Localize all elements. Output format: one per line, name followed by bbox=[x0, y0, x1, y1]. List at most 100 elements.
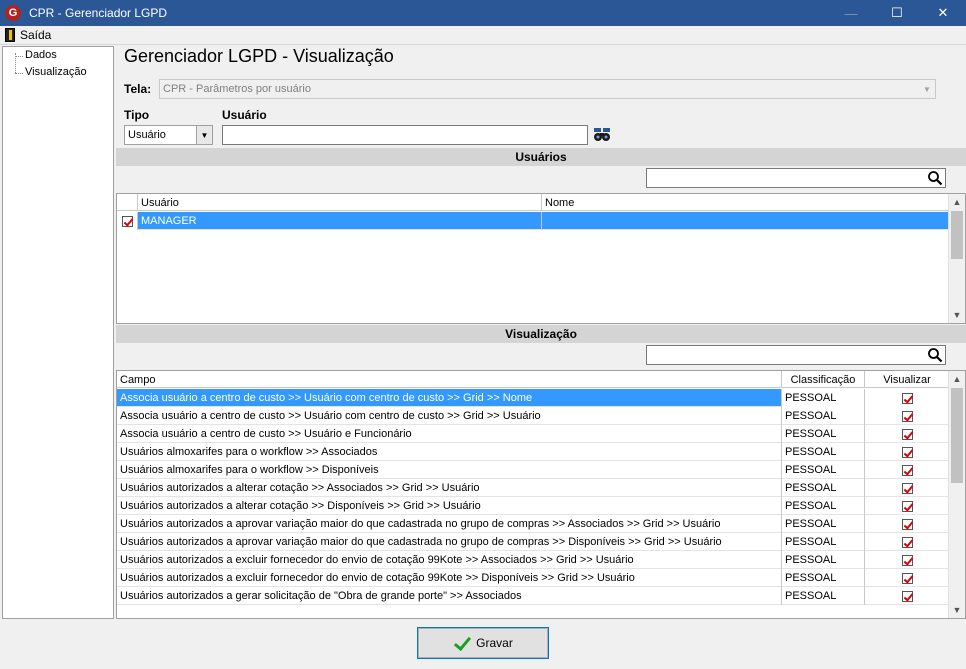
tipo-select[interactable]: Usuário ▼ bbox=[124, 125, 213, 145]
cell-visualizar[interactable] bbox=[865, 461, 949, 479]
cell-campo: Associa usuário a centro de custo >> Usu… bbox=[117, 425, 782, 443]
table-row[interactable]: Usuários almoxarifes para o workflow >> … bbox=[117, 443, 949, 461]
checkbox-checked-icon bbox=[121, 215, 133, 227]
cell-campo: Usuários autorizados a excluir fornecedo… bbox=[117, 551, 782, 569]
cell-visualizar[interactable] bbox=[865, 515, 949, 533]
cell-visualizar[interactable] bbox=[865, 533, 949, 551]
table-row[interactable]: Usuários autorizados a aprovar variação … bbox=[117, 533, 949, 551]
table-row[interactable]: Usuários autorizados a excluir fornecedo… bbox=[117, 569, 949, 587]
scroll-thumb[interactable] bbox=[951, 211, 963, 259]
table-row[interactable]: Usuários autorizados a gerar solicitação… bbox=[117, 587, 949, 605]
view-search-input[interactable] bbox=[646, 345, 946, 365]
checkbox-checked-icon bbox=[901, 554, 913, 566]
main-panel: Gerenciador LGPD - Visualização Tela: CP… bbox=[116, 46, 966, 619]
table-row[interactable]: Usuários autorizados a alterar cotação >… bbox=[117, 479, 949, 497]
cell-visualizar[interactable] bbox=[865, 551, 949, 569]
view-grid-header: Campo Classificação Visualizar bbox=[117, 371, 949, 388]
cell-classificacao: PESSOAL bbox=[782, 425, 865, 443]
cell-visualizar[interactable] bbox=[865, 425, 949, 443]
table-row[interactable]: MANAGER bbox=[117, 212, 949, 230]
column-header-classificacao[interactable]: Classificação bbox=[782, 371, 865, 388]
scroll-thumb[interactable] bbox=[951, 388, 963, 483]
cell-visualizar[interactable] bbox=[865, 407, 949, 425]
navigation-tree: Dados Visualização bbox=[2, 46, 114, 619]
cell-visualizar[interactable] bbox=[865, 389, 949, 407]
checkmark-icon bbox=[453, 636, 471, 650]
scroll-down-icon[interactable]: ▼ bbox=[949, 602, 965, 618]
tela-select-value: CPR - Parâmetros por usuário bbox=[163, 83, 311, 95]
scroll-up-icon[interactable]: ▲ bbox=[949, 371, 965, 387]
row-checkbox[interactable] bbox=[117, 212, 138, 230]
column-header-nome[interactable]: Nome bbox=[542, 194, 949, 211]
binoculars-icon[interactable] bbox=[594, 128, 610, 142]
chevron-down-icon[interactable]: ▼ bbox=[196, 126, 212, 144]
tree-connector bbox=[15, 56, 23, 57]
view-scrollbar[interactable]: ▲ ▼ bbox=[948, 371, 965, 618]
minimize-button[interactable]: — bbox=[828, 0, 874, 26]
tela-select[interactable]: CPR - Parâmetros por usuário ▼ bbox=[159, 79, 936, 99]
column-header-visualizar[interactable]: Visualizar bbox=[865, 371, 949, 388]
cell-classificacao: PESSOAL bbox=[782, 533, 865, 551]
table-row[interactable]: Associa usuário a centro de custo >> Usu… bbox=[117, 389, 949, 407]
tree-connector bbox=[15, 73, 23, 74]
checkbox-checked-icon bbox=[901, 518, 913, 530]
table-row[interactable]: Usuários autorizados a alterar cotação >… bbox=[117, 497, 949, 515]
scroll-down-icon[interactable]: ▼ bbox=[949, 307, 965, 323]
column-header-usuario[interactable]: Usuário bbox=[138, 194, 542, 211]
table-row[interactable]: Usuários autorizados a excluir fornecedo… bbox=[117, 551, 949, 569]
cell-visualizar[interactable] bbox=[865, 479, 949, 497]
scroll-up-icon[interactable]: ▲ bbox=[949, 194, 965, 210]
window-title: CPR - Gerenciador LGPD bbox=[29, 6, 168, 20]
search-icon[interactable] bbox=[927, 170, 943, 186]
tree-item-dados[interactable]: Dados bbox=[25, 49, 57, 61]
view-section-header: Visualização bbox=[116, 325, 966, 343]
close-button[interactable]: ✕ bbox=[920, 0, 966, 26]
checkbox-checked-icon bbox=[901, 536, 913, 548]
cell-usuario: MANAGER bbox=[138, 212, 542, 230]
cell-classificacao: PESSOAL bbox=[782, 497, 865, 515]
tipo-select-value: Usuário bbox=[128, 129, 166, 141]
tipo-label: Tipo bbox=[124, 108, 150, 122]
menu-bar: Saída bbox=[0, 26, 966, 45]
tree-item-visualizacao[interactable]: Visualização bbox=[25, 66, 87, 78]
checkbox-checked-icon bbox=[901, 410, 913, 422]
table-row[interactable]: Usuários almoxarifes para o workflow >> … bbox=[117, 461, 949, 479]
cell-visualizar[interactable] bbox=[865, 443, 949, 461]
table-row[interactable]: Associa usuário a centro de custo >> Usu… bbox=[117, 407, 949, 425]
save-button[interactable]: Gravar bbox=[417, 627, 549, 659]
cell-classificacao: PESSOAL bbox=[782, 515, 865, 533]
cell-classificacao: PESSOAL bbox=[782, 551, 865, 569]
maximize-button[interactable]: ☐ bbox=[874, 0, 920, 26]
checkbox-checked-icon bbox=[901, 572, 913, 584]
title-bar: G CPR - Gerenciador LGPD — ☐ ✕ bbox=[0, 0, 966, 26]
users-grid-header: Usuário Nome bbox=[117, 194, 949, 211]
cell-visualizar[interactable] bbox=[865, 587, 949, 605]
cell-classificacao: PESSOAL bbox=[782, 443, 865, 461]
chevron-down-icon: ▼ bbox=[923, 84, 931, 94]
checkbox-checked-icon bbox=[901, 392, 913, 404]
checkbox-checked-icon bbox=[901, 428, 913, 440]
cell-campo: Usuários autorizados a aprovar variação … bbox=[117, 533, 782, 551]
checkbox-checked-icon bbox=[901, 500, 913, 512]
cell-classificacao: PESSOAL bbox=[782, 587, 865, 605]
cell-campo: Associa usuário a centro de custo >> Usu… bbox=[117, 389, 782, 407]
cell-classificacao: PESSOAL bbox=[782, 479, 865, 497]
users-search-input[interactable] bbox=[646, 168, 946, 188]
users-scrollbar[interactable]: ▲ ▼ bbox=[948, 194, 965, 323]
column-header-campo[interactable]: Campo bbox=[117, 371, 782, 388]
menu-exit[interactable]: Saída bbox=[20, 28, 51, 42]
checkbox-checked-icon bbox=[901, 446, 913, 458]
table-row[interactable]: Usuários autorizados a aprovar variação … bbox=[117, 515, 949, 533]
users-grid: Usuário Nome MANAGER ▲ ▼ bbox=[116, 193, 966, 324]
search-icon[interactable] bbox=[927, 347, 943, 363]
cell-classificacao: PESSOAL bbox=[782, 461, 865, 479]
cell-campo: Usuários almoxarifes para o workflow >> … bbox=[117, 461, 782, 479]
cell-campo: Usuários autorizados a alterar cotação >… bbox=[117, 479, 782, 497]
cell-visualizar[interactable] bbox=[865, 497, 949, 515]
table-row[interactable]: Associa usuário a centro de custo >> Usu… bbox=[117, 425, 949, 443]
cell-nome bbox=[542, 212, 949, 230]
cell-visualizar[interactable] bbox=[865, 569, 949, 587]
cell-classificacao: PESSOAL bbox=[782, 569, 865, 587]
usuario-input[interactable] bbox=[222, 125, 588, 145]
cell-classificacao: PESSOAL bbox=[782, 389, 865, 407]
